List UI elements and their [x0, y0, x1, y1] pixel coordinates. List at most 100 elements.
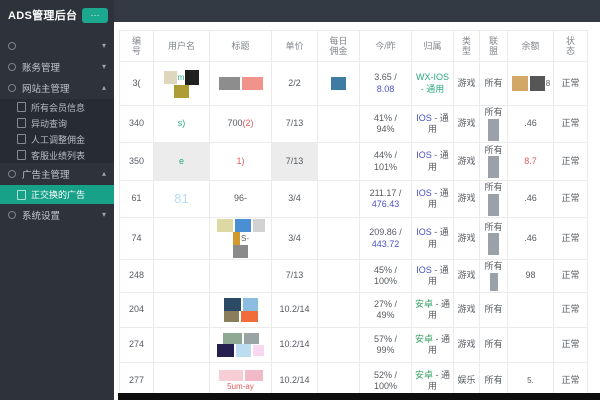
cell-text: 1): [236, 155, 245, 166]
sidebar-item-label: 正交换的广告: [31, 190, 86, 200]
sidebar-item-5[interactable]: 人工调整佣金: [0, 131, 114, 147]
cell-r6-c3: 10.2/14: [271, 292, 318, 328]
sidebar-item-3[interactable]: 所有会员信息: [0, 99, 114, 115]
cell-text: 正常: [561, 118, 580, 129]
cell-r5-c9: 98: [507, 259, 554, 293]
cell-text: 45% /: [373, 264, 397, 275]
cell-text: 正常: [561, 304, 580, 315]
sidebar-item-7[interactable]: 广告主管理 ▴: [0, 164, 114, 184]
redacted-block: [234, 219, 251, 232]
cell-r0-c7: 游戏: [453, 61, 480, 106]
cell-text: 安卓: [414, 298, 436, 309]
cell-text: 游戏: [457, 339, 476, 350]
sidebar-item-9[interactable]: 系统设置 ▾: [0, 205, 114, 225]
cell-r7-c1: [153, 327, 210, 363]
cell-text: m: [177, 72, 185, 82]
cell-r4-c3: 3/4: [271, 217, 318, 260]
cell-text: 7/13: [285, 155, 304, 166]
menu-toggle-button[interactable]: ···: [82, 7, 108, 23]
cell-r7-c4: [317, 327, 360, 363]
column-header-2: 标题: [209, 30, 272, 62]
cell-text: 10.2/14: [279, 304, 310, 315]
cell-r2-c9: 8.7: [507, 142, 554, 181]
redacted-block: [174, 84, 189, 98]
table-row[interactable]: 3(m 2/2 3.65 /8.08 WX-IOS - 通用 游戏 所有 8 正常: [119, 61, 588, 106]
table-row[interactable]: 204 10.2/14 27% /49% 安卓 - 通用 游戏 所有 正常: [119, 292, 588, 328]
bottom-strip: [118, 393, 600, 400]
cell-text: 7/13: [285, 118, 304, 129]
column-header-6: 归属: [411, 30, 454, 62]
cell-r5-c2: [209, 259, 272, 293]
cell-text: 7/13: [285, 270, 304, 281]
redacted-block: [488, 233, 499, 256]
cell-r7-c10: 正常: [553, 327, 588, 363]
cell-text: 正常: [561, 77, 580, 88]
cell-r2-c3: 7/13: [271, 142, 318, 181]
redacted-block: [511, 76, 528, 91]
cell-text: 49%: [376, 310, 395, 320]
document-icon: [17, 102, 26, 112]
cell-r6-c1: [153, 292, 210, 328]
cell-text: 所有: [484, 182, 503, 193]
table-row[interactable]: 61 81 96- 3/4 211.17 /476.43 IOS - 通用 游戏 所有 .46 正…: [119, 180, 588, 218]
cell-r7-c5: 57% /99%: [359, 327, 412, 363]
cell-text: 正常: [561, 375, 580, 386]
cell-r2-c8: 所有: [479, 142, 508, 181]
cell-r7-c6: 安卓 - 通用: [411, 327, 454, 363]
sidebar-item-1[interactable]: 账务管理 ▾: [0, 57, 114, 77]
cell-text: 99%: [376, 345, 395, 355]
sidebar-nav: ▾ 账务管理 ▾ 网站主管理 ▴ 所有会员信息 异动查询 人工调整佣金 客服业绩列表 广告主管理 ▴…: [0, 36, 114, 225]
sidebar-item-label: 系统设置: [22, 211, 61, 222]
cell-r6-c4: [317, 292, 360, 328]
cell-r7-c0: 274: [119, 327, 154, 363]
column-header-3: 单价: [271, 30, 318, 62]
cell-r5-c0: 248: [119, 259, 154, 293]
cell-text: s): [177, 118, 186, 129]
cell-text: .46: [524, 232, 537, 243]
cell-text: 所有: [484, 261, 503, 272]
cell-text: 安卓: [414, 333, 436, 344]
cell-r6-c5: 27% /49%: [359, 292, 412, 328]
cell-r2-c2: 1): [209, 142, 272, 181]
sidebar-item-4[interactable]: 异动查询: [0, 115, 114, 131]
cell-text: 5um-ay: [227, 382, 254, 391]
sidebar-header: ADS管理后台 ···: [0, 0, 114, 30]
table-row[interactable]: 74 S- 3/4 209.86 /443.72 IOS - 通用 游戏 所有 .46 正常: [119, 217, 588, 260]
chevron-down-icon: ▾: [101, 62, 106, 71]
cell-text: 所有: [484, 304, 503, 315]
cell-text: 96-: [233, 193, 247, 204]
cell-r2-c0: 350: [119, 142, 154, 181]
sidebar-item-8[interactable]: 正交换的广告: [0, 185, 114, 204]
table-row[interactable]: 274 10.2/14 57% /99% 安卓 - 通用 游戏 所有 正常: [119, 327, 588, 363]
sidebar-item-6[interactable]: 客服业绩列表: [0, 147, 114, 163]
column-header-5: 今/昨: [359, 30, 412, 62]
cell-text: 8.08: [376, 83, 395, 94]
table-row[interactable]: 350 e 1) 7/13 44% /101% IOS - 通用 游戏 所有 8.7 正常: [119, 142, 588, 181]
cell-r2-c7: 游戏: [453, 142, 480, 181]
redacted-block: [241, 77, 263, 90]
table-row[interactable]: 340 s) 700(2) 7/13 41% /94% IOS - 通用 游戏 所有 .46 正常: [119, 105, 588, 143]
cell-r6-c9: [507, 292, 554, 328]
bullet-icon: [8, 170, 16, 178]
cell-r1-c6: IOS - 通用: [411, 105, 454, 143]
table-row[interactable]: 248 7/13 45% /100% IOS - 通用 游戏 所有 98 正常: [119, 259, 588, 293]
redacted-block: [163, 70, 177, 84]
cell-r4-c1: [153, 217, 210, 260]
cell-text: 94%: [376, 124, 395, 134]
cell-text: 277: [128, 375, 145, 386]
cell-r6-c7: 游戏: [453, 292, 480, 328]
cell-r0-c5: 3.65 /8.08: [359, 61, 412, 106]
cell-text: 248: [128, 270, 145, 281]
cell-r0-c2: [209, 61, 272, 106]
redacted-block: [244, 369, 263, 381]
cell-r3-c2: 96-: [209, 180, 272, 218]
cell-text: 101%: [373, 161, 398, 172]
sidebar-item-0[interactable]: ▾: [0, 36, 114, 56]
cell-r3-c6: IOS - 通用: [411, 180, 454, 218]
redacted-block: [488, 118, 499, 141]
document-icon: [17, 189, 26, 200]
cell-text: 3/4: [288, 193, 301, 204]
cell-r3-c10: 正常: [553, 180, 588, 218]
sidebar-item-2[interactable]: 网站主管理 ▴: [0, 78, 114, 98]
cell-text: 8: [545, 78, 551, 88]
